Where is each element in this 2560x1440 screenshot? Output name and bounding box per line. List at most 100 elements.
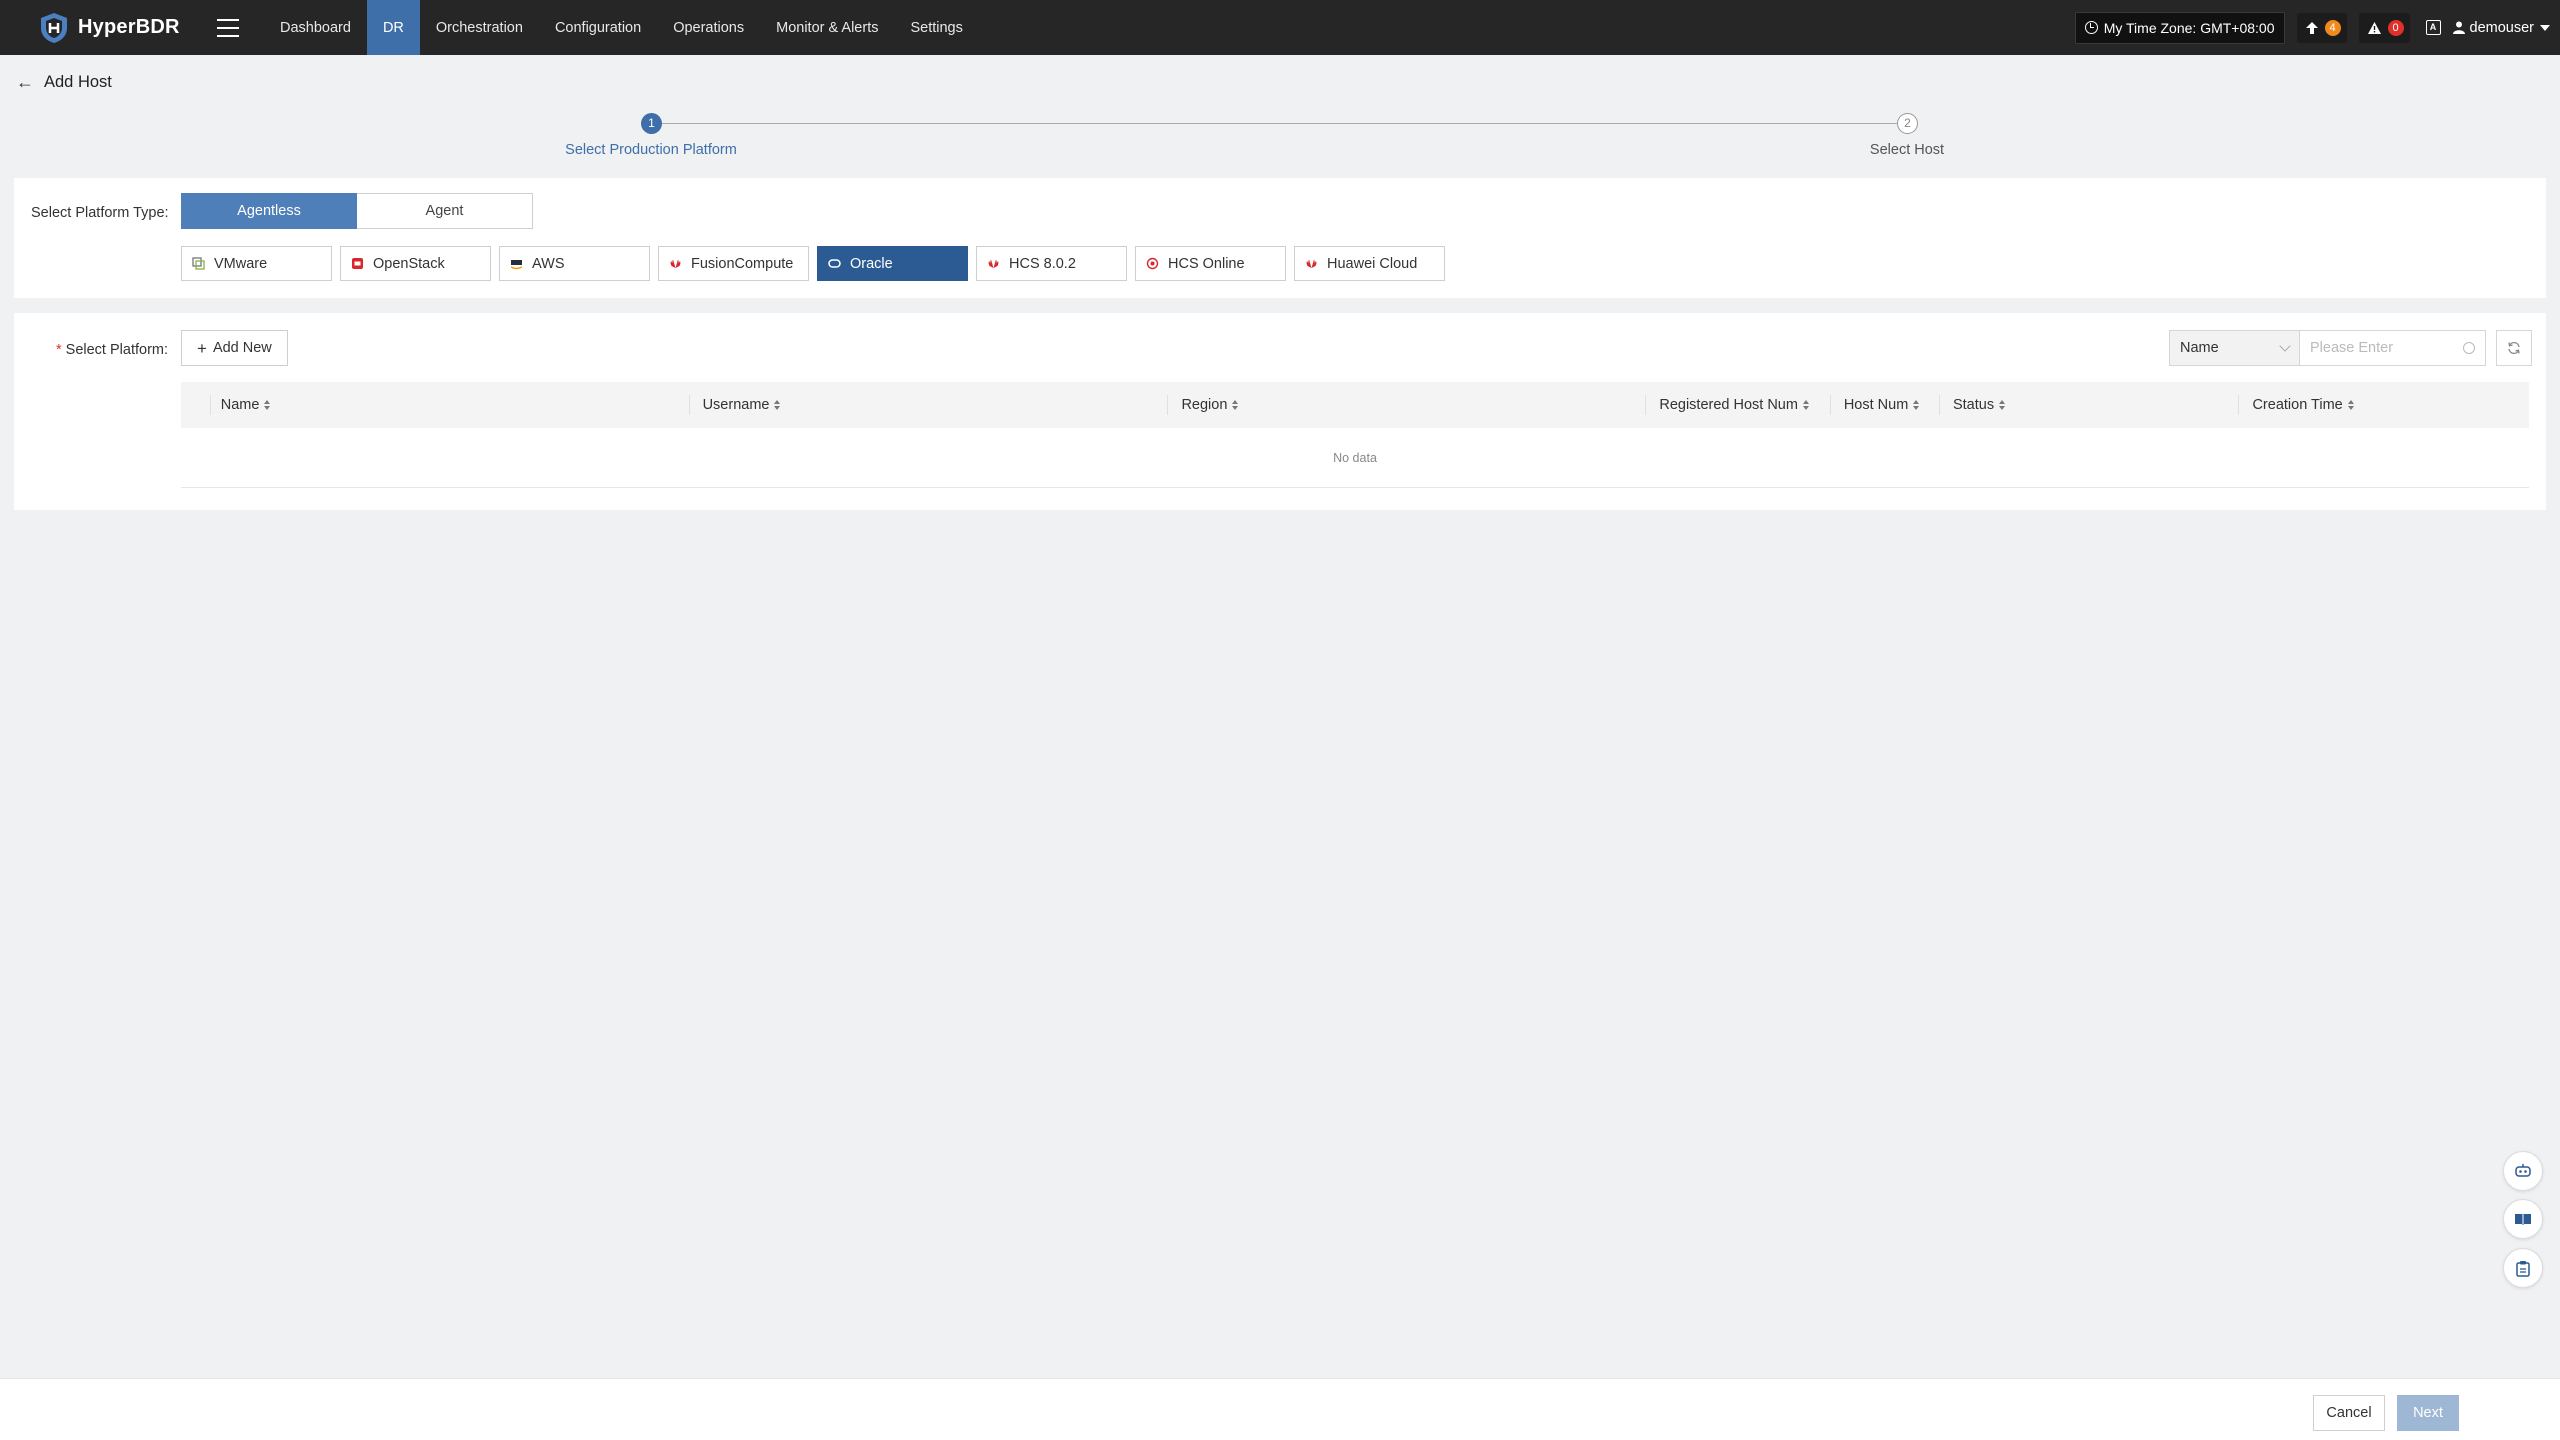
platform-table: Name Username Region Registered Host Num… <box>181 382 2529 488</box>
sort-icon <box>1232 400 1239 410</box>
step-2-label: Select Host <box>1869 142 1945 158</box>
next-button[interactable]: Next <box>2397 1395 2459 1431</box>
search-icon[interactable] <box>2463 342 2475 354</box>
menu-toggle-icon[interactable] <box>217 18 239 37</box>
refresh-button[interactable] <box>2496 330 2532 366</box>
platform-label: AWS <box>532 255 565 272</box>
app-logo[interactable]: HyperBDR <box>37 11 182 45</box>
column-label: Creation Time <box>2252 397 2343 413</box>
column-label: Region <box>1181 397 1228 413</box>
clock-icon <box>2084 21 2098 34</box>
platform-label: FusionCompute <box>691 255 794 272</box>
user-icon <box>2452 21 2465 34</box>
clipboard-icon <box>2516 1260 2530 1277</box>
column-header-username[interactable]: Username <box>690 382 1169 428</box>
agent-option[interactable]: Agent <box>357 193 533 229</box>
cancel-button[interactable]: Cancel <box>2313 1395 2385 1431</box>
huawei-icon <box>1306 259 1317 268</box>
top-right-tools: My Time Zone: GMT+08:00 4 0 A demouser <box>2074 0 2550 55</box>
platform-type-card: Select Platform Type: Agentless Agent VM… <box>14 178 2546 298</box>
select-platform-label-text: Select Platform: <box>65 342 168 358</box>
sort-icon <box>1999 400 2006 410</box>
column-header-status[interactable]: Status <box>1940 382 2240 428</box>
platform-fusioncompute[interactable]: FusionCompute <box>658 246 809 281</box>
add-new-button[interactable]: + Add New <box>181 330 288 366</box>
documentation-button[interactable] <box>2503 1199 2543 1239</box>
select-platform-card: *Select Platform: + Add New Name Name Us… <box>14 313 2546 510</box>
refresh-icon <box>2508 341 2520 355</box>
platform-huawei-cloud[interactable]: Huawei Cloud <box>1294 246 1445 281</box>
search-filter: Name <box>2169 330 2486 366</box>
sort-icon <box>2347 400 2354 410</box>
add-new-label: Add New <box>212 340 272 356</box>
column-header-creation-time[interactable]: Creation Time <box>2239 382 2529 428</box>
column-label: Name <box>220 397 260 413</box>
task-log-button[interactable] <box>2503 1248 2543 1288</box>
column-header-name[interactable]: Name <box>211 382 690 428</box>
upgrade-notifications[interactable]: 4 <box>2296 12 2347 43</box>
search-input[interactable] <box>2310 340 2450 356</box>
vmware-icon <box>192 257 205 270</box>
page-header: ← Add Host <box>16 72 112 93</box>
platform-hcs-8-0-2[interactable]: HCS 8.0.2 <box>976 246 1127 281</box>
sort-icon <box>264 400 271 410</box>
platform-label: Oracle <box>850 255 893 272</box>
top-navigation-bar: HyperBDR Dashboard DR Orchestration Conf… <box>0 0 2560 55</box>
sort-icon <box>774 400 781 410</box>
sort-icon <box>1802 400 1809 410</box>
agentless-option[interactable]: Agentless <box>181 193 357 229</box>
page-title: Add Host <box>44 73 112 91</box>
app-name: HyperBDR <box>78 16 180 38</box>
search-box <box>2300 330 2486 366</box>
alert-notifications[interactable]: 0 <box>2358 12 2410 43</box>
step-2-indicator: 2 <box>1897 113 1918 134</box>
platform-label: VMware <box>214 255 268 272</box>
hyperbdr-shield-icon <box>41 12 67 43</box>
book-icon <box>2515 1214 2531 1225</box>
nav-item-orchestration[interactable]: Orchestration <box>420 0 539 55</box>
nav-item-settings[interactable]: Settings <box>894 0 978 55</box>
step-1-indicator: 1 <box>641 113 662 134</box>
timezone-display[interactable]: My Time Zone: GMT+08:00 <box>2074 11 2285 44</box>
timezone-text: My Time Zone: GMT+08:00 <box>2103 19 2275 36</box>
platform-list: VMware OpenStack AWS FusionCompute Oracl… <box>181 246 1445 281</box>
nav-item-operations[interactable]: Operations <box>657 0 760 55</box>
platform-vmware[interactable]: VMware <box>181 246 332 281</box>
huawei-icon <box>988 259 999 268</box>
step-1-label: Select Production Platform <box>565 142 737 158</box>
column-label: Username <box>702 397 770 413</box>
openstack-icon <box>352 258 363 269</box>
chevron-down-icon <box>2540 24 2550 31</box>
table-header: Name Username Region Registered Host Num… <box>181 382 2529 428</box>
column-label: Registered Host Num <box>1659 397 1798 413</box>
nav-item-monitor-alerts[interactable]: Monitor & Alerts <box>760 0 894 55</box>
nav-item-dashboard[interactable]: Dashboard <box>264 0 367 55</box>
huawei-icon <box>670 259 681 268</box>
column-header-registered-host-num[interactable]: Registered Host Num <box>1646 382 1832 428</box>
nav-item-dr[interactable]: DR <box>366 0 420 55</box>
nav-item-configuration[interactable]: Configuration <box>539 0 657 55</box>
platform-hcs-online[interactable]: HCS Online <box>1135 246 1286 281</box>
platform-label: HCS Online <box>1168 255 1245 272</box>
platform-type-label: Select Platform Type: <box>31 205 169 221</box>
platform-oracle[interactable]: Oracle <box>817 246 968 281</box>
platform-openstack[interactable]: OpenStack <box>340 246 491 281</box>
support-chat-button[interactable] <box>2503 1151 2543 1191</box>
user-menu[interactable]: demouser <box>2452 19 2550 36</box>
wizard-footer: Cancel Next <box>0 1378 2560 1440</box>
chevron-down-icon <box>2279 340 2291 352</box>
column-header-host-num[interactable]: Host Num <box>1831 382 1941 428</box>
oracle-icon <box>828 259 841 268</box>
select-platform-label: * Select Platform: <box>56 342 168 358</box>
language-icon[interactable]: A <box>2425 20 2441 35</box>
platform-label: Huawei Cloud <box>1327 255 1418 272</box>
platform-aws[interactable]: AWS <box>499 246 650 281</box>
column-header-region[interactable]: Region <box>1168 382 1647 428</box>
warning-icon <box>2367 21 2381 34</box>
username: demouser <box>2469 19 2534 36</box>
back-arrow-icon[interactable]: ← <box>16 72 34 93</box>
platform-label: HCS 8.0.2 <box>1009 255 1076 272</box>
step-connector <box>660 123 1897 124</box>
filter-field-select[interactable]: Name <box>2169 330 2300 366</box>
column-label: Host Num <box>1843 397 1909 413</box>
